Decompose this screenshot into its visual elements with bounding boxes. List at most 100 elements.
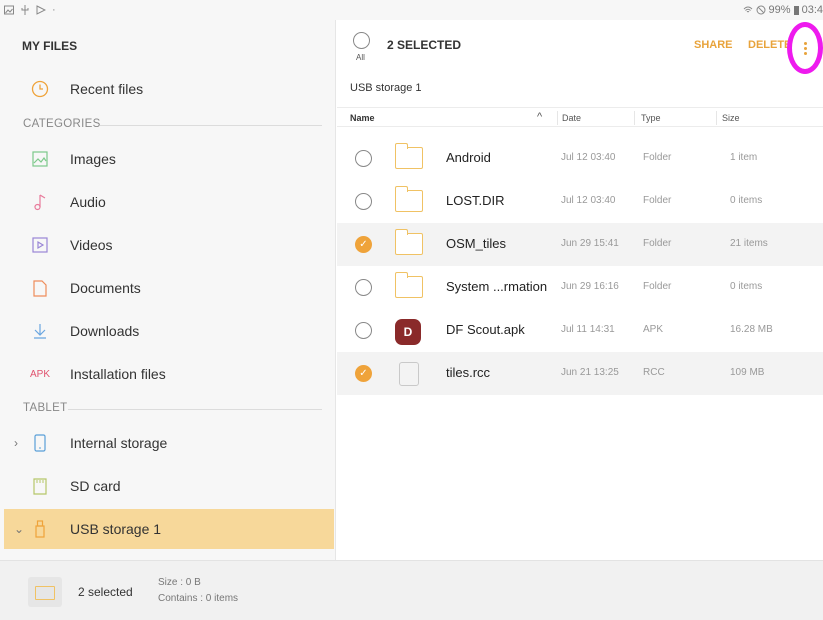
file-name: LOST.DIR <box>446 193 505 208</box>
sidebar: MY FILES Recent files CATEGORIES Images … <box>0 20 336 560</box>
file-date: Jul 11 14:31 <box>561 324 615 335</box>
file-row[interactable]: Android Jul 12 03:40 Folder 1 item <box>337 137 823 180</box>
divider <box>100 125 322 126</box>
column-header-type[interactable]: Type <box>641 113 661 123</box>
section-heading-tablet: TABLET <box>23 402 68 414</box>
file-date: Jun 29 15:41 <box>561 238 619 249</box>
status-bar: · 99% 03:4 <box>0 0 823 20</box>
file-type: APK <box>643 324 664 335</box>
row-checkbox[interactable] <box>355 150 372 167</box>
more-options-button[interactable] <box>787 22 823 74</box>
gallery-notification-icon <box>4 5 14 15</box>
sidebar-item-label: Internal storage <box>70 435 168 451</box>
file-type: RCC <box>643 367 665 378</box>
sidebar-item-documents[interactable]: Documents <box>4 268 334 308</box>
file-date: Jul 12 03:40 <box>561 195 616 206</box>
chevron-down-icon[interactable]: ⌄ <box>14 522 24 536</box>
file-name: tiles.rcc <box>446 365 491 380</box>
file-row[interactable]: System ...rmation Jun 29 16:16 Folder 0 … <box>337 266 823 309</box>
sidebar-item-internal-storage[interactable]: › Internal storage <box>4 423 334 463</box>
clock: 03:4 <box>801 4 823 16</box>
music-note-icon <box>30 192 50 212</box>
section-heading-categories: CATEGORIES <box>23 118 101 130</box>
battery-percent: 99% <box>768 4 791 16</box>
row-checkbox-checked[interactable]: ✓ <box>355 365 372 382</box>
clock-icon <box>30 79 50 99</box>
sidebar-item-label: USB storage 1 <box>70 521 162 537</box>
more-vertical-icon <box>803 41 807 55</box>
column-header-name[interactable]: Name <box>350 113 375 123</box>
folder-icon <box>394 186 423 214</box>
phone-icon <box>30 433 50 453</box>
file-date: Jun 29 16:16 <box>561 281 619 292</box>
file-size: 0 items <box>730 195 763 206</box>
file-date: Jun 21 13:25 <box>561 367 619 378</box>
selection-toolbar: All 2 SELECTED SHARE DELETE <box>337 20 823 74</box>
sidebar-item-label: Downloads <box>70 323 140 339</box>
selection-contains: Contains : 0 items <box>158 593 239 604</box>
sidebar-item-images[interactable]: Images <box>4 139 334 179</box>
play-notification-icon <box>36 5 46 15</box>
row-checkbox[interactable] <box>355 279 372 296</box>
column-header-date[interactable]: Date <box>562 113 581 123</box>
sidebar-item-label: Recent files <box>70 81 144 97</box>
file-size: 16.28 MB <box>730 324 773 335</box>
sidebar-item-label: SD card <box>70 478 121 494</box>
sidebar-item-label: Installation files <box>70 366 166 382</box>
file-row[interactable]: ✓ OSM_tiles Jun 29 15:41 Folder 21 items <box>337 223 823 266</box>
selection-summary-bar: 2 selected Size : 0 B Contains : 0 items <box>0 560 823 620</box>
select-all-checkbox[interactable] <box>353 32 370 49</box>
sidebar-item-label: Videos <box>70 237 113 253</box>
sidebar-item-label: Images <box>70 151 116 167</box>
more-notifications-icon: · <box>52 4 56 16</box>
file-size: 1 item <box>730 152 758 163</box>
breadcrumb: USB storage 1 <box>350 82 422 94</box>
sidebar-item-videos[interactable]: Videos <box>4 225 334 265</box>
file-row[interactable]: LOST.DIR Jul 12 03:40 Folder 0 items <box>337 180 823 223</box>
selection-size: Size : 0 B <box>158 577 201 588</box>
battery-icon <box>793 5 799 15</box>
file-size: 21 items <box>730 238 768 249</box>
selection-count-title: 2 SELECTED <box>387 38 462 52</box>
column-header-size[interactable]: Size <box>722 113 740 123</box>
wifi-icon <box>743 6 752 13</box>
sidebar-item-audio[interactable]: Audio <box>4 182 334 222</box>
sidebar-item-label: Documents <box>70 280 141 296</box>
sidebar-item-label: Audio <box>70 194 106 210</box>
file-list-pane: All 2 SELECTED SHARE DELETE USB storage … <box>337 20 823 560</box>
app-icon: D <box>395 319 423 345</box>
file-name: OSM_tiles <box>446 236 506 251</box>
video-icon <box>30 235 50 255</box>
file-row[interactable]: ✓ tiles.rcc Jun 21 13:25 RCC 109 MB <box>337 352 823 395</box>
document-icon <box>30 278 50 298</box>
row-checkbox[interactable] <box>355 322 372 339</box>
file-size: 109 MB <box>730 367 765 378</box>
file-type: Folder <box>643 281 672 292</box>
file-date: Jul 12 03:40 <box>561 152 616 163</box>
file-type: Folder <box>643 238 672 249</box>
file-type: Folder <box>643 152 672 163</box>
selected-count: 2 selected <box>78 585 133 599</box>
delete-button[interactable]: DELETE <box>748 39 791 51</box>
file-type: Folder <box>643 195 672 206</box>
apk-icon: APK <box>29 368 50 380</box>
chevron-right-icon[interactable]: › <box>14 436 18 450</box>
sidebar-title: MY FILES <box>22 39 78 53</box>
divider <box>68 409 322 410</box>
sidebar-item-usb-storage[interactable]: ⌄ USB storage 1 <box>4 509 334 549</box>
file-name: DF Scout.apk <box>446 322 525 337</box>
image-icon <box>30 149 50 169</box>
row-checkbox-checked[interactable]: ✓ <box>355 236 372 253</box>
file-row[interactable]: D DF Scout.apk Jul 11 14:31 APK 16.28 MB <box>337 309 823 352</box>
sidebar-item-downloads[interactable]: Downloads <box>4 311 334 351</box>
share-button[interactable]: SHARE <box>694 39 733 51</box>
sort-ascending-icon[interactable]: ^ <box>537 111 542 123</box>
file-size: 0 items <box>730 281 763 292</box>
folder-icon <box>394 229 423 257</box>
row-checkbox[interactable] <box>355 193 372 210</box>
folder-icon <box>28 577 62 607</box>
column-header: Name ^ Date Type Size <box>337 107 823 127</box>
sidebar-item-sd-card[interactable]: SD card <box>4 466 334 506</box>
sidebar-item-recent-files[interactable]: Recent files <box>4 69 334 109</box>
sidebar-item-installation-files[interactable]: APK Installation files <box>4 354 334 394</box>
